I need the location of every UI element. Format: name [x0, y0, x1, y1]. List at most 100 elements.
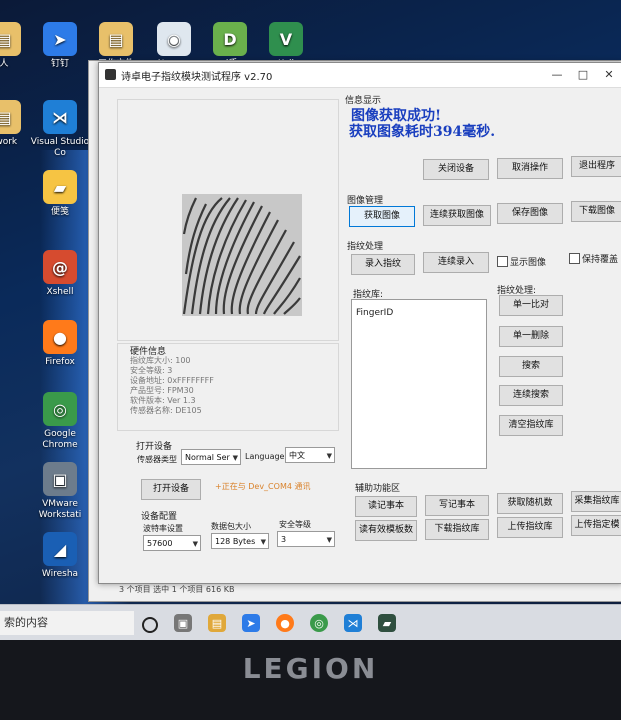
chrome-taskbar-icon[interactable]: ◎ [310, 614, 328, 632]
desktop-shortcut[interactable]: ➤ 钉钉 [28, 22, 92, 70]
desktop-shortcut-label: Visual Studio Co [30, 137, 90, 158]
maximize-button[interactable]: □ [570, 65, 596, 85]
save-image-button[interactable]: 保存图像 [497, 203, 563, 224]
hardware-line: 指纹库大小: 100 [130, 356, 191, 365]
user-folder-icon: ▤ [0, 22, 21, 56]
hardware-info-panel: 硬件信息 指纹库大小: 100 安全等级: 3 设备地址: 0xFFFFFFFF… [117, 343, 339, 431]
image-display-panel [117, 99, 339, 341]
baud-rate-select[interactable]: 57600 ▼ [143, 535, 201, 551]
keep-overwrite-label: 保持覆盖 [582, 255, 619, 265]
exit-program-button[interactable]: 退出程序 [571, 156, 621, 177]
legion-brand-logo: LEGION [242, 652, 379, 685]
write-notepad-button[interactable]: 写记事本 [425, 495, 489, 516]
hardware-line: 软件版本: Ver 1.3 [130, 396, 196, 405]
explorer-status-bar: 3 个项目 选中 1 个项目 616 KB [119, 585, 235, 594]
desktop-shortcut[interactable]: ● Firefox [28, 320, 92, 368]
connection-status-text: +正在与 Dev_COM4 通讯 [215, 482, 311, 491]
folder-icon: ▤ [99, 22, 133, 56]
continuous-search-button[interactable]: 连续搜索 [499, 385, 563, 406]
vscode-icon: ⋊ [43, 100, 77, 134]
open-device-section-label: 打开设备 [136, 442, 173, 452]
fingerprint-library-list[interactable]: FingerID [351, 299, 487, 469]
wireshark-icon: ◢ [43, 532, 77, 566]
fingerprint-image [182, 194, 302, 316]
language-select[interactable]: 中文 ▼ [285, 447, 335, 463]
close-device-button[interactable]: 关闭设备 [423, 159, 489, 180]
vscode-taskbar-icon[interactable]: ⋊ [344, 614, 362, 632]
sticky-notes-icon: ▰ [43, 170, 77, 204]
device-config-label: 设备配置 [141, 512, 178, 522]
desktop-shortcut[interactable]: ▣ VMware Workstati [28, 462, 92, 521]
sensor-type-select[interactable]: Normal Ser ▼ [181, 449, 241, 465]
xshell-icon: @ [43, 250, 77, 284]
firefox-icon: ● [43, 320, 77, 354]
packet-size-label: 数据包大小 [211, 522, 251, 531]
desktop-shortcut-label: Xshell [46, 287, 74, 297]
show-image-label: 显示图像 [510, 258, 547, 268]
d-shield-icon: D [213, 22, 247, 56]
window-title: 诗卓电子指纹模块测试程序 v2.70 [121, 72, 273, 83]
cancel-operation-button[interactable]: 取消操作 [497, 158, 563, 179]
language-label: Language [245, 452, 285, 461]
get-random-button[interactable]: 获取随机数 [497, 493, 563, 514]
keil-icon: V [269, 22, 303, 56]
aux-functions-label: 辅助功能区 [355, 484, 401, 494]
title-bar[interactable]: 诗卓电子指纹模块测试程序 v2.70 — □ ✕ [99, 63, 621, 88]
taskbar: 索的内容 ▣ ▤ ➤ ● ◎ ⋊ ▰ [0, 604, 621, 640]
close-window-button[interactable]: ✕ [596, 65, 621, 85]
folder-icon: ▤ [0, 100, 21, 134]
file-explorer-icon[interactable]: ▤ [208, 614, 226, 632]
nmap-eye-icon: ◉ [157, 22, 191, 56]
desktop-shortcut[interactable]: ◎ Google Chrome [28, 392, 92, 451]
hardware-line: 设备地址: 0xFFFFFFFF [130, 376, 214, 385]
continuous-get-image-button[interactable]: 连续获取图像 [423, 205, 491, 226]
desktop-shortcut[interactable]: @ Xshell [28, 250, 92, 298]
read-valid-template-button[interactable]: 读有效模板数 [355, 520, 417, 541]
desktop-shortcut-label: 便笺 [50, 207, 69, 217]
search-button[interactable]: 搜索 [499, 356, 563, 377]
dingtalk-icon: ➤ [43, 22, 77, 56]
open-device-button[interactable]: 打开设备 [141, 479, 201, 500]
capture-library-button[interactable]: 采集指纹库 [571, 491, 621, 512]
fingerprint-icon [182, 194, 302, 316]
desktop-shortcut[interactable]: ⋊ Visual Studio Co [28, 100, 92, 159]
desktop-screen: ▤人➤钉钉▤工作文件◉Nmap -Dd盾VKeil▤_work⋊Visual S… [0, 0, 621, 640]
desktop-shortcut-label: 钉钉 [50, 59, 69, 69]
minimize-button[interactable]: — [544, 65, 570, 85]
upload-library-button[interactable]: 上传指纹库 [497, 517, 563, 538]
get-image-button[interactable]: 获取图像 [349, 206, 415, 227]
desktop-shortcut-label: VMware Workstati [38, 499, 82, 520]
upload-specified-button[interactable]: 上传指定模 [571, 515, 621, 536]
list-column-header: FingerID [356, 308, 394, 318]
vmware-icon: ▣ [43, 462, 77, 496]
task-view-icon[interactable]: ▣ [174, 614, 192, 632]
enroll-fingerprint-button[interactable]: 录入指纹 [351, 254, 415, 275]
firefox-taskbar-icon[interactable]: ● [276, 614, 294, 632]
packet-size-select[interactable]: 128 Bytes ▼ [211, 533, 269, 549]
start-circle-icon[interactable] [142, 617, 158, 633]
image-management-label: 图像管理 [347, 196, 384, 206]
download-library-button[interactable]: 下载指纹库 [425, 519, 489, 540]
security-level-select[interactable]: 3 ▼ [277, 531, 335, 547]
taskbar-search-box[interactable]: 索的内容 [0, 611, 134, 635]
fingerprint-processing-label: 指纹处理 [347, 242, 384, 252]
desktop-shortcut-label: Wiresha [41, 569, 79, 579]
baud-rate-label: 波特率设置 [143, 524, 183, 533]
keep-overwrite-checkbox[interactable] [569, 253, 580, 264]
desktop-shortcut[interactable]: ▰ 便笺 [28, 170, 92, 218]
read-notepad-button[interactable]: 读记事本 [355, 496, 417, 517]
info-message-line2: 获取图象耗时394毫秒. [349, 124, 496, 140]
chrome-icon: ◎ [43, 392, 77, 426]
clear-library-button[interactable]: 清空指纹库 [499, 415, 563, 436]
continuous-enroll-button[interactable]: 连续录入 [423, 252, 489, 273]
show-image-checkbox[interactable] [497, 256, 508, 267]
fingerprint-app-taskbar-icon[interactable]: ▰ [378, 614, 396, 632]
download-image-button[interactable]: 下载图像 [571, 201, 621, 222]
hardware-line: 安全等级: 3 [130, 366, 173, 375]
desktop-shortcut[interactable]: ◢ Wiresha [28, 532, 92, 580]
match-one-button[interactable]: 单一比对 [499, 295, 563, 316]
delete-one-button[interactable]: 单一删除 [499, 326, 563, 347]
sensor-type-label: 传感器类型 [137, 455, 177, 464]
dingtalk-taskbar-icon[interactable]: ➤ [242, 614, 260, 632]
desktop-shortcut-label: Google Chrome [42, 429, 78, 450]
